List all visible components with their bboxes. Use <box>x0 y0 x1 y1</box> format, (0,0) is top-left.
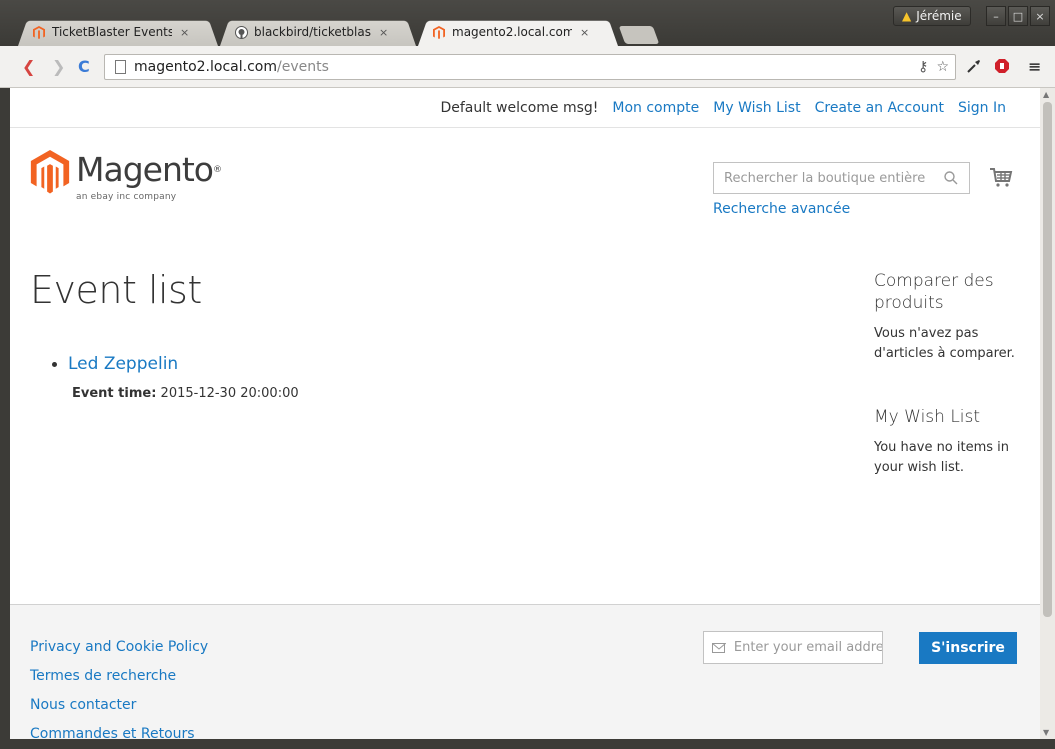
forward-button[interactable]: ❯ <box>52 58 65 76</box>
search-icon[interactable] <box>943 170 959 186</box>
event-time: Event time: 2015-12-30 20:00:00 <box>72 386 299 401</box>
create-account-link[interactable]: Create an Account <box>815 100 944 116</box>
my-account-link[interactable]: Mon compte <box>612 100 699 116</box>
logo-tagline: an ebay inc company <box>76 192 177 202</box>
scrollbar[interactable]: ▲ ▼ <box>1040 88 1055 739</box>
welcome-message: Default welcome msg! <box>440 99 599 116</box>
cart-icon[interactable] <box>988 165 1014 191</box>
magento-icon <box>432 25 446 39</box>
list-item: Led Zeppelin <box>52 354 299 374</box>
newsletter-placeholder: Enter your email address <box>733 640 882 655</box>
event-time-value: 2015-12-30 20:00:00 <box>160 386 299 401</box>
header-links: Default welcome msg! Mon compte My Wish … <box>10 88 1040 128</box>
event-list: Led Zeppelin Event time: 2015-12-30 20:0… <box>52 354 299 401</box>
orders-returns-link[interactable]: Commandes et Retours <box>30 720 208 739</box>
close-icon[interactable]: × <box>379 26 388 39</box>
scroll-down-icon[interactable]: ▼ <box>1043 728 1049 737</box>
footer: Privacy and Cookie Policy Termes de rech… <box>10 604 1040 739</box>
compare-text: Vous n'avez pas d'articles à comparer. <box>874 326 1015 361</box>
sidebar: Comparer des produits Vous n'avez pas d'… <box>874 270 1034 478</box>
scroll-up-icon[interactable]: ▲ <box>1043 90 1049 99</box>
page-viewport: Default welcome msg! Mon compte My Wish … <box>10 88 1040 739</box>
event-time-label: Event time: <box>72 386 157 401</box>
subscribe-button[interactable]: S'inscrire <box>919 632 1017 664</box>
tab-magento-local[interactable]: magento2.local.com × <box>418 18 618 46</box>
tab-label: blackbird/ticketblas <box>254 25 371 39</box>
page-title: Event list <box>30 268 202 312</box>
profile-name: Jérémie <box>916 9 962 23</box>
magento-icon <box>32 25 46 39</box>
tab-label: TicketBlaster Events <box>52 25 172 39</box>
advanced-search-link[interactable]: Recherche avancée <box>713 201 850 217</box>
tab-ticketblaster[interactable]: TicketBlaster Events × <box>18 18 218 46</box>
maximize-button[interactable]: □ <box>1008 6 1028 26</box>
window-border <box>0 739 1055 749</box>
contact-link[interactable]: Nous contacter <box>30 691 208 720</box>
tab-github[interactable]: blackbird/ticketblas × <box>220 18 416 46</box>
magento-logo[interactable]: Magento® an ebay inc company <box>30 150 222 220</box>
compare-title: Comparer des produits <box>874 271 994 313</box>
github-icon <box>234 25 248 39</box>
newsletter-email-input[interactable]: Enter your email address <box>703 631 883 664</box>
bookmark-star-icon[interactable]: ☆ <box>936 59 949 75</box>
bullet <box>52 361 57 367</box>
privacy-link[interactable]: Privacy and Cookie Policy <box>30 633 208 662</box>
close-window-button[interactable]: × <box>1030 6 1050 26</box>
wishlist-text: You have no items in your wish list. <box>874 440 1010 475</box>
browser-toolbar: ❮ ❯ C magento2.local.com/events ⚷ ☆ ≡ <box>0 46 1055 88</box>
event-link[interactable]: Led Zeppelin <box>68 354 178 374</box>
close-icon[interactable]: × <box>180 26 189 39</box>
sign-in-link[interactable]: Sign In <box>958 100 1006 116</box>
new-tab-button[interactable] <box>618 26 660 44</box>
logo-name: Magento® <box>76 150 222 189</box>
wishlist-link[interactable]: My Wish List <box>713 100 800 116</box>
scrollbar-thumb[interactable] <box>1043 102 1052 617</box>
magento-logo-icon <box>30 150 70 194</box>
search-input[interactable]: Rechercher la boutique entière <box>713 162 970 194</box>
search-placeholder: Rechercher la boutique entière <box>724 170 926 186</box>
close-icon[interactable]: × <box>580 26 589 39</box>
envelope-icon <box>712 642 726 653</box>
page-icon <box>115 60 126 74</box>
tab-label: magento2.local.com <box>452 25 572 39</box>
eyedropper-icon[interactable] <box>966 58 982 78</box>
browser-titlebar: TicketBlaster Events × blackbird/ticketb… <box>0 0 1055 46</box>
url-path: /events <box>276 59 329 75</box>
address-bar[interactable]: magento2.local.com/events ⚷ ☆ <box>104 54 956 80</box>
menu-icon[interactable]: ≡ <box>1028 58 1041 76</box>
profile-button[interactable]: ▲ Jérémie <box>893 6 971 26</box>
footer-links: Privacy and Cookie Policy Termes de rech… <box>30 633 208 739</box>
url-host: magento2.local.com <box>134 59 277 75</box>
warning-icon: ▲ <box>902 9 912 23</box>
key-icon[interactable]: ⚷ <box>918 59 928 75</box>
adblock-icon[interactable] <box>994 58 1010 78</box>
back-button[interactable]: ❮ <box>22 58 35 76</box>
wishlist-title: My Wish List <box>874 407 981 427</box>
search-terms-link[interactable]: Termes de recherche <box>30 662 208 691</box>
reload-button[interactable]: C <box>78 58 90 76</box>
minimize-button[interactable]: – <box>986 6 1006 26</box>
